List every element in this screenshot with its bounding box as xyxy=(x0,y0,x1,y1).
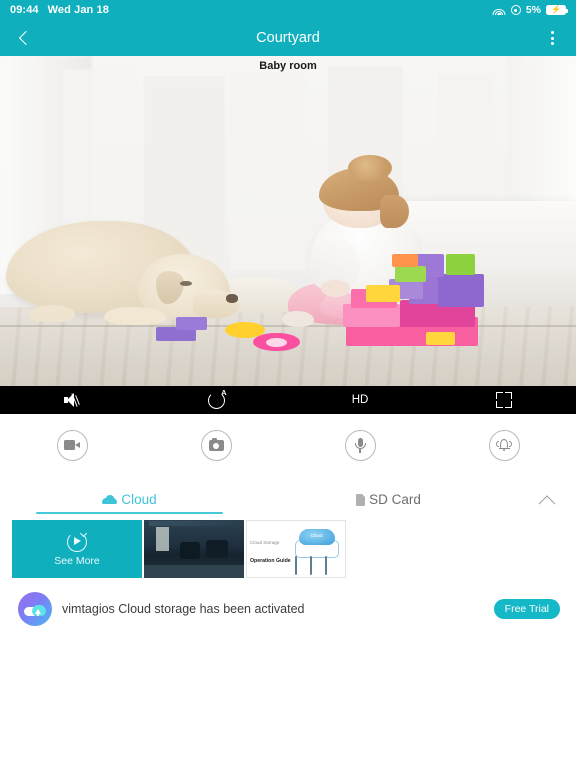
scene-toy-block xyxy=(446,254,476,276)
scene-toy-block xyxy=(365,285,401,302)
status-bar-left: 09:44 Wed Jan 18 xyxy=(10,4,109,16)
scene-dog-paw xyxy=(103,306,168,325)
battery-charging-icon: ⚡ xyxy=(546,4,568,16)
guide-text: Cloud Storage Operation Guide xyxy=(250,531,291,567)
see-more-card[interactable]: See More xyxy=(12,520,142,578)
quality-selector[interactable]: HD xyxy=(288,394,432,406)
more-vertical-icon xyxy=(550,42,554,46)
location-dot-icon xyxy=(510,5,521,15)
tab-sd-card-label: SD Card xyxy=(369,492,421,507)
computer-icon xyxy=(309,556,322,575)
storage-tabs: Cloud SD Card xyxy=(0,476,576,514)
action-button-row xyxy=(0,414,576,476)
thumbnail-sign xyxy=(156,526,169,552)
alarm-button[interactable] xyxy=(432,429,576,461)
thumbnail-car xyxy=(206,539,228,559)
speaker-muted-icon xyxy=(63,393,81,407)
guide-line-1: Cloud Storage xyxy=(250,540,280,545)
bell-alert-icon xyxy=(496,438,512,452)
scene-girl-foot xyxy=(282,310,314,328)
thumbnail-car xyxy=(180,542,200,560)
talk-button-circle xyxy=(344,429,376,461)
ptz-auto-icon xyxy=(207,388,226,409)
fullscreen-icon xyxy=(496,392,512,408)
scene-dog-nose xyxy=(226,293,239,303)
sd-card-icon xyxy=(356,493,366,506)
guide-line-2: Operation Guide xyxy=(250,558,291,564)
record-button[interactable] xyxy=(0,429,144,461)
tab-cloud-label: Cloud xyxy=(121,492,157,507)
status-time: 09:44 xyxy=(10,4,39,16)
cloud-icon xyxy=(298,529,335,545)
tab-cloud[interactable]: Cloud xyxy=(0,492,259,514)
video-control-bar: HD xyxy=(0,386,576,414)
record-button-circle xyxy=(56,429,88,461)
see-more-label: See More xyxy=(54,554,100,567)
notification-message: vimtagios Cloud storage has been activat… xyxy=(62,602,305,616)
channel-label: Baby room xyxy=(259,60,317,72)
status-date: Wed Jan 18 xyxy=(47,4,109,16)
scene-girl-hair xyxy=(380,194,409,228)
thumbnail-lamp xyxy=(149,521,239,526)
nav-bar: Courtyard xyxy=(0,20,576,56)
back-button[interactable] xyxy=(0,20,48,56)
free-trial-badge[interactable]: Free Trial xyxy=(493,599,560,619)
scene-toy-block xyxy=(426,331,456,345)
chevron-left-icon xyxy=(18,30,34,46)
cloud-upload-icon xyxy=(24,603,46,616)
operation-guide-card[interactable]: Cloud Storage Operation Guide xyxy=(246,520,346,578)
thumbnail-road xyxy=(144,565,244,578)
video-player[interactable]: Baby room xyxy=(0,56,576,386)
computer-icon xyxy=(324,556,337,575)
snapshot-button-circle xyxy=(200,429,232,461)
mute-toggle[interactable] xyxy=(0,393,144,407)
chevron-up-icon xyxy=(538,495,556,513)
battery-percent: 5% xyxy=(525,4,541,16)
camera-icon xyxy=(208,437,224,451)
status-bar: 09:44 Wed Jan 18 5% ⚡ xyxy=(0,0,576,20)
alarm-button-circle xyxy=(488,429,520,461)
scene-toy-flower xyxy=(253,333,300,352)
computer-icon xyxy=(294,556,307,575)
more-menu-button[interactable] xyxy=(528,20,576,56)
collapse-panel-button[interactable] xyxy=(518,495,576,514)
cloud-card-row: See More Cloud Storage Operation Guide xyxy=(0,514,576,578)
video-camera-icon xyxy=(64,440,80,450)
scene-dog-paw xyxy=(28,305,75,322)
scene-toy-block xyxy=(391,254,418,268)
microphone-icon xyxy=(354,437,366,453)
talk-button[interactable] xyxy=(288,429,432,461)
guide-illustration xyxy=(293,528,341,575)
page-title: Courtyard xyxy=(256,30,320,46)
scene-wall-panel xyxy=(230,72,306,271)
cloud-clip-thumbnail[interactable] xyxy=(144,520,244,578)
snapshot-button[interactable] xyxy=(144,429,288,461)
fullscreen-toggle[interactable] xyxy=(432,392,576,408)
scene-girl-hand xyxy=(321,280,351,297)
tab-sd-card[interactable]: SD Card xyxy=(259,492,518,514)
scene-girl-hair-bun xyxy=(348,155,392,182)
wifi-icon xyxy=(492,5,506,15)
replay-icon xyxy=(67,529,88,552)
notification-row[interactable]: vimtagios Cloud storage has been activat… xyxy=(0,578,576,626)
ptz-control[interactable] xyxy=(144,388,288,409)
status-bar-right: 5% ⚡ xyxy=(492,4,568,16)
more-vertical-icon xyxy=(550,36,554,40)
cloud-upload-avatar xyxy=(18,592,52,626)
more-vertical-icon xyxy=(550,30,554,34)
cloud-icon xyxy=(102,495,118,504)
scene-toy-block xyxy=(437,273,484,307)
scene-toy-block xyxy=(394,265,427,283)
scene-toy-block xyxy=(175,316,208,330)
